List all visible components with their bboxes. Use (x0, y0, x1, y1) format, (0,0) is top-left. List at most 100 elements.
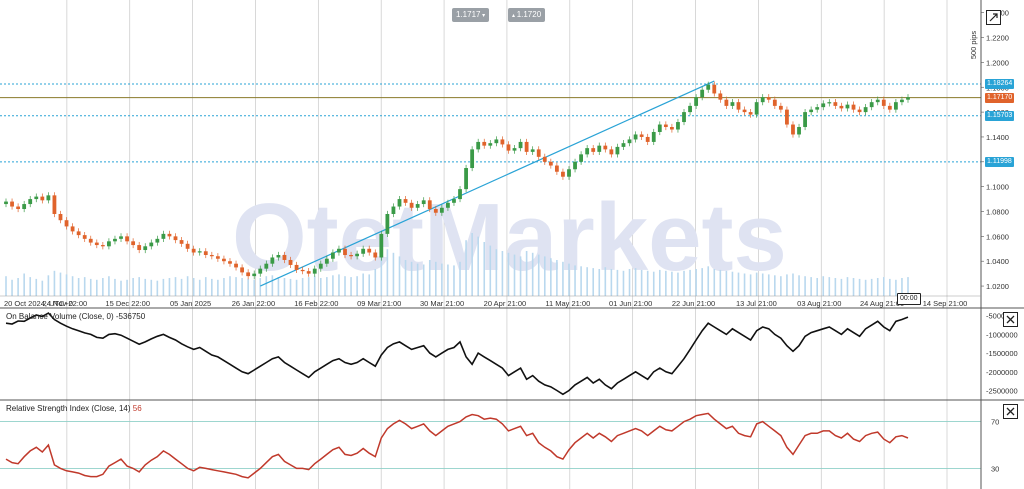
volume-bar (610, 269, 613, 296)
candle-body (863, 107, 868, 113)
volume-bar (780, 276, 782, 296)
candle-body (58, 213, 63, 221)
volume-bar (822, 276, 825, 296)
price-tick-label: 1.0200 (986, 282, 1009, 291)
candle-body (706, 84, 711, 90)
candle-body (488, 143, 493, 146)
volume-bar (144, 278, 147, 296)
volume-bar (435, 261, 437, 296)
candle-body (827, 102, 832, 104)
time-tick-label: 03 Aug 21:00 (797, 299, 841, 308)
candle-body (185, 243, 190, 249)
candle-body (82, 235, 87, 239)
volume-bar (798, 275, 800, 296)
volume-bar (23, 273, 25, 296)
candle-body (657, 124, 662, 132)
candle-body (464, 168, 468, 190)
candle-body (742, 109, 747, 113)
expand-chart-button[interactable] (986, 10, 1001, 25)
candle-body (452, 199, 456, 203)
volume-bar (241, 278, 243, 296)
candle-body (585, 148, 590, 155)
volume-bar (689, 269, 691, 296)
candle-body (736, 102, 741, 110)
obv-tick-label: -2000000 (986, 368, 1018, 377)
volume-bar (828, 277, 831, 296)
volume-bar (556, 260, 558, 296)
time-tick-label: 26 Jan 22:00 (232, 299, 275, 308)
candle-body (119, 236, 123, 239)
volume-bar (816, 278, 818, 296)
volume-bar (326, 277, 328, 296)
volume-bar (332, 275, 334, 296)
volume-bar (550, 258, 552, 296)
volume-bar (132, 278, 134, 296)
volume-bar (889, 278, 891, 296)
candle-body (258, 268, 263, 274)
price-tick-label: 1.1000 (986, 183, 1009, 192)
sell-price-pill[interactable]: 1.1717 ▾ (452, 8, 490, 22)
time-tick-label: 09 Mar 21:00 (357, 299, 401, 308)
volume-bar (362, 273, 364, 296)
candle-body (676, 122, 680, 130)
candle-body (785, 109, 789, 125)
volume-bar (422, 264, 425, 296)
candle-body (324, 258, 329, 264)
volume-bar (192, 278, 195, 296)
candle-body (76, 231, 81, 236)
time-tick-label: 05 Jan 2025 (170, 299, 211, 308)
close-rsi-button[interactable] (1003, 404, 1018, 419)
candle-body (155, 238, 160, 243)
volume-bar (126, 279, 128, 296)
candle-body (730, 102, 735, 106)
candle-body (149, 242, 154, 247)
volume-bar (89, 278, 92, 296)
candle-body (597, 145, 602, 152)
volume-bar (186, 276, 189, 296)
volume-bar (852, 278, 855, 296)
volume-bar (338, 274, 340, 296)
candle-body (40, 196, 45, 201)
price-level-badge: 1.11998 (985, 156, 1014, 167)
candle-body (833, 102, 838, 106)
candle-body (554, 165, 559, 172)
volume-bar (489, 245, 492, 296)
volume-bar (59, 272, 62, 296)
candle-body (881, 99, 886, 106)
volume-bar (525, 251, 528, 296)
candle-body (724, 99, 729, 106)
time-tick-label: 13 Jul 21:00 (736, 299, 777, 308)
close-obv-button[interactable] (1003, 312, 1018, 327)
candle-body (900, 99, 904, 103)
candle-body (337, 248, 341, 253)
pips-label: 500 pips (969, 31, 978, 60)
candle-body (107, 241, 111, 247)
price-tick-label: 1.2000 (986, 58, 1009, 67)
candle-body (470, 149, 475, 169)
volume-bar (707, 266, 710, 296)
volume-bar (713, 269, 716, 296)
candle-body (228, 261, 232, 264)
volume-bar (283, 278, 286, 296)
volume-bar (271, 275, 274, 296)
candle-body (718, 93, 723, 100)
candle-body (409, 202, 414, 208)
candle-body (694, 97, 699, 106)
volume-bar (71, 276, 74, 296)
volume-bar (223, 278, 225, 296)
volume-bar (562, 261, 564, 296)
rsi-tick-label: 30 (991, 464, 999, 473)
volume-bar (840, 278, 843, 296)
obv-tick-label: -2500000 (986, 387, 1018, 396)
candle-body (215, 256, 220, 259)
time-tick-label: 14 Sep 21:00 (923, 299, 968, 308)
candle-body (270, 257, 275, 264)
candle-body (137, 245, 142, 251)
volume-bar (453, 265, 455, 296)
volume-bar (5, 276, 7, 296)
buy-price-pill[interactable]: ▴ 1.1720 (508, 8, 546, 22)
volume-bar (428, 260, 431, 296)
volume-bar (640, 269, 643, 296)
volume-bar (229, 276, 231, 296)
volume-bar (198, 279, 201, 296)
